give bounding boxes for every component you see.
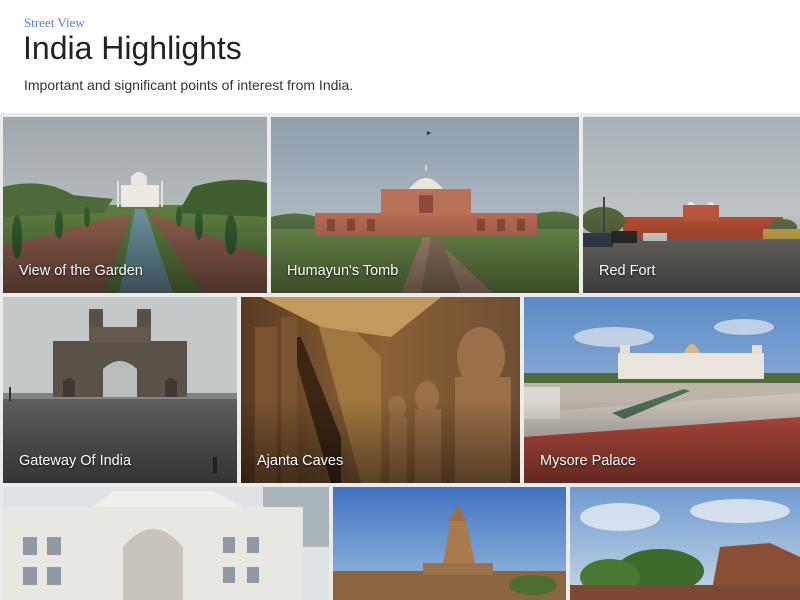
tile-gateway-of-india[interactable]: Gateway Of India: [3, 297, 237, 483]
page-title: India Highlights: [23, 30, 242, 66]
tile-image: [333, 487, 566, 600]
page-subtitle: Important and significant points of inte…: [24, 77, 354, 93]
tile-mysore-palace[interactable]: Mysore Palace: [524, 297, 800, 483]
tile-humayuns-tomb[interactable]: Humayun's Tomb: [271, 117, 579, 293]
tile-white-palace[interactable]: [3, 487, 329, 600]
tile-label: Humayun's Tomb: [287, 263, 399, 279]
tile-red-fort[interactable]: Red Fort: [583, 117, 800, 293]
tile-temple[interactable]: [333, 487, 566, 600]
tile-image: [3, 487, 329, 600]
tile-label: Red Fort: [599, 263, 656, 279]
tile-shade: [524, 399, 800, 483]
page-header: Street View India Highlights Important a…: [0, 0, 800, 113]
tile-label: Mysore Palace: [540, 453, 636, 469]
tile-shade: [241, 399, 520, 483]
tile-shade: [583, 213, 800, 293]
tile-shade: [3, 213, 267, 293]
tile-view-of-the-garden[interactable]: View of the Garden: [3, 117, 267, 293]
tile-shade: [3, 399, 237, 483]
breadcrumb-street-view[interactable]: Street View: [24, 15, 85, 31]
tile-image: [570, 487, 800, 600]
tile-ruins[interactable]: [570, 487, 800, 600]
tile-label: Ajanta Caves: [257, 453, 344, 469]
tile-ajanta-caves[interactable]: Ajanta Caves: [241, 297, 520, 483]
tile-label: Gateway Of India: [19, 453, 132, 469]
tile-shade: [271, 213, 579, 293]
tile-label: View of the Garden: [19, 263, 143, 279]
